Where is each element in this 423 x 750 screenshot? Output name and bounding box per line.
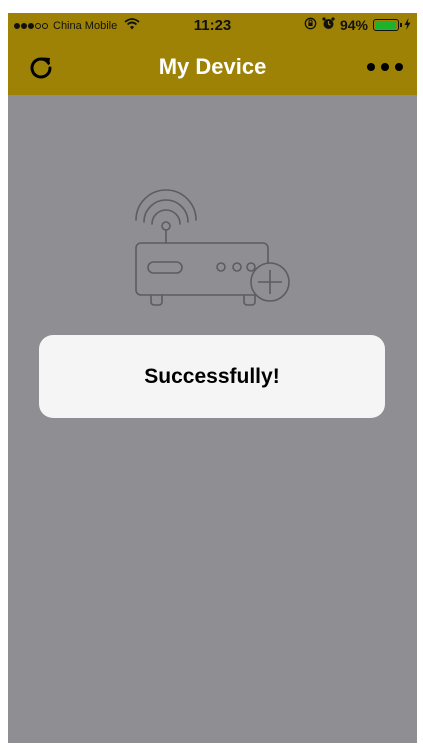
more-icon-dot	[395, 63, 403, 71]
battery-percent: 94%	[339, 17, 368, 33]
battery-cap	[400, 23, 402, 27]
navigation-bar: My Device	[8, 38, 417, 95]
success-toast: Successfully!	[39, 335, 385, 418]
charging-icon	[404, 17, 411, 33]
status-bar: China Mobile 11:23 94%	[8, 13, 417, 38]
phone-screen: China Mobile 11:23 94% My Device Success…	[8, 13, 417, 743]
alarm-icon	[322, 17, 335, 33]
battery-icon	[373, 19, 402, 31]
more-icon-dot	[381, 63, 389, 71]
router-add-icon	[133, 187, 293, 307]
battery-fill	[375, 21, 396, 29]
more-icon-dot	[367, 63, 375, 71]
toast-message: Successfully!	[144, 364, 280, 388]
status-bar-right: 94%	[304, 17, 411, 33]
more-button[interactable]	[367, 59, 403, 75]
orientation-lock-icon	[304, 17, 317, 33]
page-title: My Device	[158, 54, 267, 79]
